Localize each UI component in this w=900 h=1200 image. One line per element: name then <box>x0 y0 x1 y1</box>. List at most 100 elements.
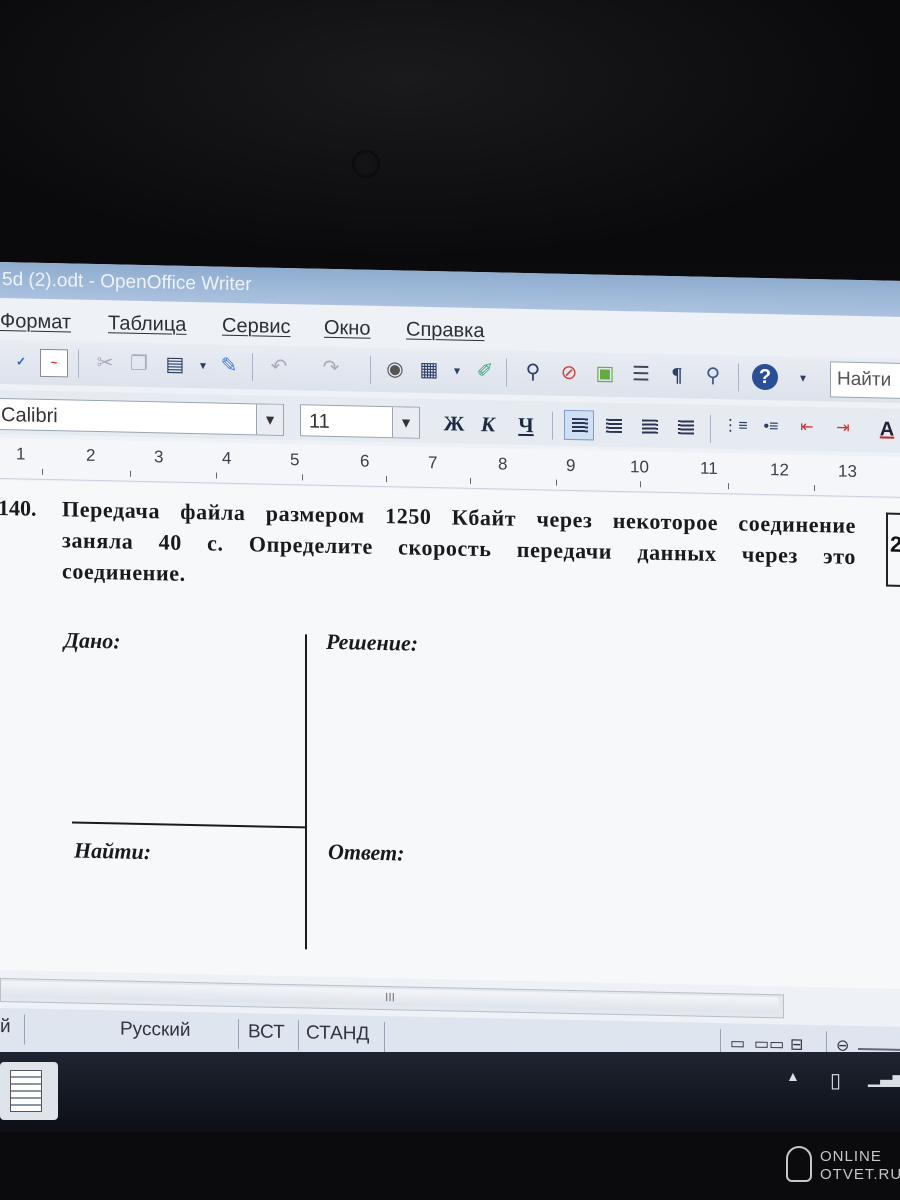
toolbar-separator <box>552 411 553 440</box>
ruler-mark: 8 <box>498 454 508 474</box>
application-window: 5d (2).odt - OpenOffice Writer Формат Та… <box>0 262 900 1071</box>
table-icon[interactable]: ▦ <box>416 357 442 384</box>
cut-icon[interactable]: ✂ <box>92 350 118 377</box>
ruler-mark: 5 <box>290 450 300 470</box>
align-right-button[interactable] <box>634 411 664 442</box>
status-language[interactable]: Русский <box>120 1019 191 1042</box>
scrollbar-thumb[interactable]: III <box>1 981 779 1014</box>
data-sources-icon[interactable]: ☰ <box>628 361 654 388</box>
menu-tools[interactable]: Сервис <box>222 315 291 339</box>
copy-icon[interactable]: ❐ <box>126 351 152 378</box>
align-left-icon <box>572 417 588 433</box>
watermark-line-2: OTVET.RU <box>820 1166 900 1183</box>
increase-indent-icon[interactable]: ⇥ <box>830 415 856 442</box>
status-separator <box>24 1014 25 1045</box>
battery-icon[interactable]: ▯ <box>830 1068 841 1093</box>
autospellcheck-icon[interactable]: ~ <box>40 348 68 378</box>
tab-stop-marker <box>386 476 387 483</box>
answer-label: Ответ: <box>328 838 405 866</box>
formatting-marks-icon[interactable]: ¶ <box>664 362 690 389</box>
lightbulb-icon <box>786 1146 812 1182</box>
tab-stop-marker <box>814 485 815 492</box>
italic-button[interactable]: К <box>474 410 502 439</box>
monitor-bezel <box>0 0 900 262</box>
toolbar-separator <box>78 349 79 378</box>
justify-button[interactable] <box>670 412 700 443</box>
watermark-text: ONLINE OTVET.RU <box>820 1148 900 1184</box>
bold-button[interactable]: Ж <box>440 409 468 438</box>
status-separator <box>238 1018 239 1050</box>
menu-format[interactable]: Формат <box>0 310 71 334</box>
writer-taskbar-button[interactable] <box>0 1062 58 1120</box>
site-watermark: ONLINE OTVET.RU <box>786 1142 900 1192</box>
decrease-indent-icon[interactable]: ⇤ <box>794 415 820 442</box>
spellcheck-icon[interactable]: ✓ <box>8 348 34 375</box>
align-left-button[interactable] <box>564 409 594 441</box>
align-center-button[interactable] <box>598 411 628 442</box>
problem-number: 140. <box>0 494 37 521</box>
solution-label: Решение: <box>326 628 419 656</box>
font-name-select[interactable]: Calibri ▼ <box>0 397 284 436</box>
bullets-icon[interactable]: •≡ <box>758 414 784 441</box>
menu-help[interactable]: Справка <box>406 319 484 344</box>
underline-button[interactable]: Ч <box>512 411 540 440</box>
chevron-down-icon[interactable]: ▼ <box>256 404 283 435</box>
tab-stop-marker <box>728 483 729 490</box>
tab-stop-marker <box>302 474 303 481</box>
tab-stop-marker <box>640 481 641 488</box>
zoom-slider[interactable] <box>858 1047 900 1051</box>
signal-icon[interactable]: ▁▃▅ <box>868 1068 900 1088</box>
toolbar-separator <box>506 358 507 387</box>
font-size-value: 11 <box>309 410 330 433</box>
toolbar-separator <box>710 414 711 443</box>
ruler-mark: 10 <box>630 457 649 477</box>
undo-icon[interactable]: ↶ <box>266 354 292 381</box>
find-input[interactable]: Найти <box>830 361 900 400</box>
find-replace-icon[interactable]: ⚲ <box>520 359 546 386</box>
numbering-icon[interactable]: ⋮≡ <box>722 413 748 440</box>
status-separator <box>298 1020 299 1051</box>
toolbar-overflow-icon[interactable]: ▾ <box>790 365 816 392</box>
single-page-view-icon[interactable]: ▭ <box>730 1033 745 1053</box>
draw-functions-icon[interactable]: ✐ <box>472 358 498 385</box>
zoom-icon[interactable]: ⚲ <box>700 363 726 390</box>
font-size-select[interactable]: 11 ▼ <box>300 404 420 439</box>
ruler-mark: 9 <box>566 455 576 476</box>
ruler-mark: 12 <box>770 460 789 480</box>
gallery-icon[interactable]: ▣ <box>592 360 618 387</box>
tab-stop-marker <box>470 477 471 484</box>
table-horizontal-divider <box>72 821 306 829</box>
tab-stop-marker <box>216 472 217 479</box>
document-icon <box>10 1070 42 1112</box>
given-label: Дано: <box>64 627 121 654</box>
side-number-box: 2 <box>886 512 900 588</box>
justify-icon <box>678 420 694 435</box>
ruler-mark: 1 <box>16 444 26 464</box>
ruler-mark: 4 <box>222 448 232 468</box>
tab-stop-marker <box>556 479 557 486</box>
navigator-icon[interactable]: ⊘ <box>556 360 582 387</box>
format-paintbrush-icon[interactable]: ✎ <box>216 353 242 380</box>
table-dropdown-icon[interactable]: ▾ <box>444 357 470 384</box>
help-icon[interactable]: ? <box>752 363 778 391</box>
ruler-mark: 3 <box>154 447 164 467</box>
redo-icon[interactable]: ↷ <box>318 355 344 382</box>
paste-dropdown-icon[interactable]: ▾ <box>190 352 216 379</box>
hyperlink-icon[interactable]: ◉ <box>382 356 408 383</box>
toolbar-separator <box>738 363 739 392</box>
chevron-down-icon[interactable]: ▼ <box>392 407 419 438</box>
taskbar: ▲ ▯ ▁▃▅ <box>0 1052 900 1132</box>
status-selection-mode[interactable]: СТАНД <box>306 1022 369 1045</box>
menu-window[interactable]: Окно <box>324 317 370 341</box>
status-insert-mode[interactable]: ВСТ <box>248 1021 285 1044</box>
menu-table[interactable]: Таблица <box>108 312 186 337</box>
problem-statement: 140. Передача файла размером 1250 Кбайт … <box>0 492 860 586</box>
document-page[interactable]: 140. Передача файла размером 1250 Кбайт … <box>0 480 900 989</box>
font-name-value: Calibri <box>1 404 58 428</box>
problem-text: Передача файла размером 1250 Кбайт через… <box>62 496 856 586</box>
paste-icon[interactable]: ▤ <box>162 351 188 378</box>
font-color-icon[interactable]: A <box>874 416 900 443</box>
tray-expand-icon[interactable]: ▲ <box>786 1068 800 1084</box>
webcam-icon <box>352 150 380 178</box>
ruler-mark: 6 <box>360 451 370 471</box>
